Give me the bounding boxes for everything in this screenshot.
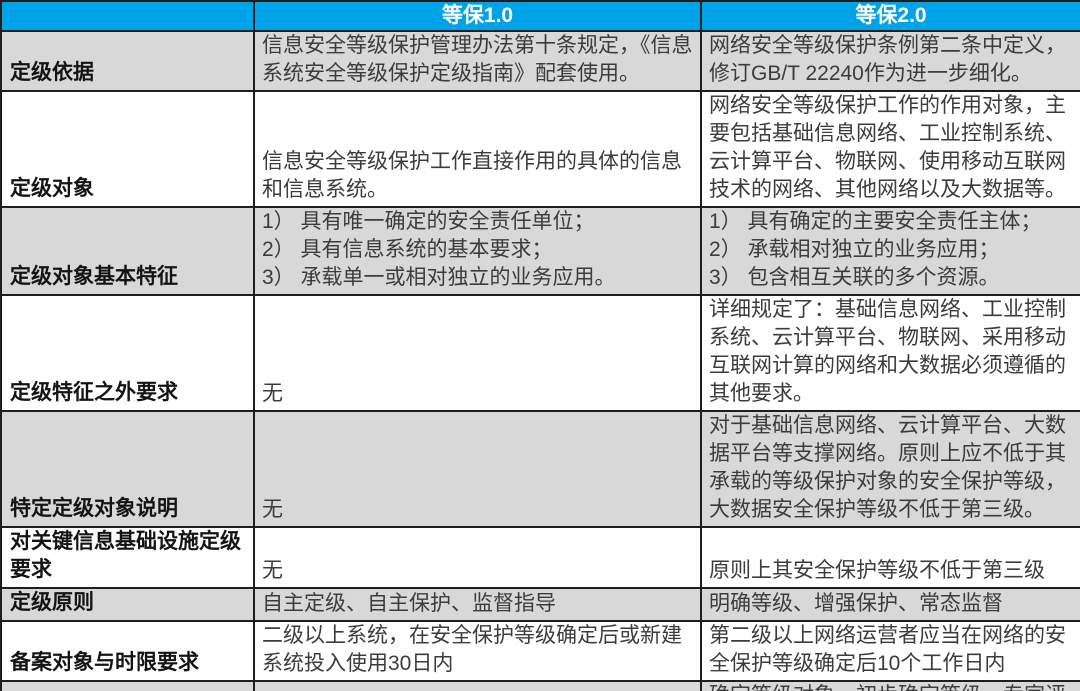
table-row: 定级对象 信息安全等级保护工作直接作用的具体的信息和信息系统。 网络安全等级保护… bbox=[1, 91, 1080, 207]
row-label: 定级特征之外要求 bbox=[1, 295, 254, 411]
table-row: 定级特征之外要求 无 详细规定了：基础信息网络、工业控制系统、云计算平台、物联网… bbox=[1, 295, 1080, 411]
table-row: 定级对象基本特征 1） 具有唯一确定的安全责任单位； 2） 具有信息系统的基本要… bbox=[1, 207, 1080, 295]
header-corner-cell bbox=[1, 1, 254, 31]
table-row: 对关键信息基础设施定级要求 无 原则上其安全保护等级不低于第三级 bbox=[1, 527, 1080, 588]
row-label: 定级原则 bbox=[1, 588, 254, 621]
cell-dengbao1: 二级以上系统，在安全保护等级确定后或新建系统投入使用30日内 bbox=[254, 621, 701, 681]
cell-dengbao1: 1） 具有唯一确定的安全责任单位； 2） 具有信息系统的基本要求； 3） 承载单… bbox=[254, 207, 701, 295]
table-row: 备案对象与时限要求 二级以上系统，在安全保护等级确定后或新建系统投入使用30日内… bbox=[1, 621, 1080, 681]
row-label: 定级对象基本特征 bbox=[1, 207, 254, 295]
table-row: 定级流程 直接根据定级要素与安全等级关系定级 确定等级对象→初步确定等级→专家评… bbox=[1, 681, 1080, 691]
cell-dengbao1: 直接根据定级要素与安全等级关系定级 bbox=[254, 681, 701, 691]
comparison-table: 等保1.0 等保2.0 定级依据 信息安全等级保护管理办法第十条规定，《信息系统… bbox=[0, 0, 1080, 691]
dengbao-comparison-page: 等保1.0 等保2.0 定级依据 信息安全等级保护管理办法第十条规定，《信息系统… bbox=[0, 0, 1080, 691]
row-label: 对关键信息基础设施定级要求 bbox=[1, 527, 254, 588]
header-dengbao-2-0: 等保2.0 bbox=[701, 1, 1080, 31]
cell-dengbao1: 自主定级、自主保护、监督指导 bbox=[254, 588, 701, 621]
cell-dengbao2: 确定等级对象→初步确定等级→专家评审→主管部门审核→公安机关备案审查 bbox=[701, 681, 1080, 691]
row-label: 定级流程 bbox=[1, 681, 254, 691]
cell-dengbao2: 对于基础信息网络、云计算平台、大数据平台等支撑网络。原则上应不低于其承载的等级保… bbox=[701, 411, 1080, 527]
row-label: 定级对象 bbox=[1, 91, 254, 207]
cell-dengbao1: 信息安全等级保护管理办法第十条规定，《信息系统安全等级保护定级指南》配套使用。 bbox=[254, 31, 701, 91]
cell-dengbao2: 详细规定了：基础信息网络、工业控制系统、云计算平台、物联网、采用移动互联网计算的… bbox=[701, 295, 1080, 411]
row-label: 定级依据 bbox=[1, 31, 254, 91]
cell-dengbao2: 明确等级、增强保护、常态监督 bbox=[701, 588, 1080, 621]
cell-dengbao1: 无 bbox=[254, 295, 701, 411]
cell-dengbao2: 原则上其安全保护等级不低于第三级 bbox=[701, 527, 1080, 588]
cell-dengbao1: 信息安全等级保护工作直接作用的具体的信息和信息系统。 bbox=[254, 91, 701, 207]
cell-dengbao2: 第二级以上网络运营者应当在网络的安全保护等级确定后10个工作日内 bbox=[701, 621, 1080, 681]
table-row: 定级依据 信息安全等级保护管理办法第十条规定，《信息系统安全等级保护定级指南》配… bbox=[1, 31, 1080, 91]
cell-dengbao1: 无 bbox=[254, 411, 701, 527]
table-row: 定级原则 自主定级、自主保护、监督指导 明确等级、增强保护、常态监督 bbox=[1, 588, 1080, 621]
row-label: 特定定级对象说明 bbox=[1, 411, 254, 527]
row-label: 备案对象与时限要求 bbox=[1, 621, 254, 681]
header-row: 等保1.0 等保2.0 bbox=[1, 1, 1080, 31]
cell-dengbao2: 1） 具有确定的主要安全责任主体； 2） 承载相对独立的业务应用； 3） 包含相… bbox=[701, 207, 1080, 295]
cell-dengbao2: 网络安全等级保护条例第二条中定义，修订GB/T 22240作为进一步细化。 bbox=[701, 31, 1080, 91]
cell-dengbao1: 无 bbox=[254, 527, 701, 588]
table-row: 特定定级对象说明 无 对于基础信息网络、云计算平台、大数据平台等支撑网络。原则上… bbox=[1, 411, 1080, 527]
header-dengbao-1-0: 等保1.0 bbox=[254, 1, 701, 31]
cell-dengbao2: 网络安全等级保护工作的作用对象，主要包括基础信息网络、工业控制系统、云计算平台、… bbox=[701, 91, 1080, 207]
